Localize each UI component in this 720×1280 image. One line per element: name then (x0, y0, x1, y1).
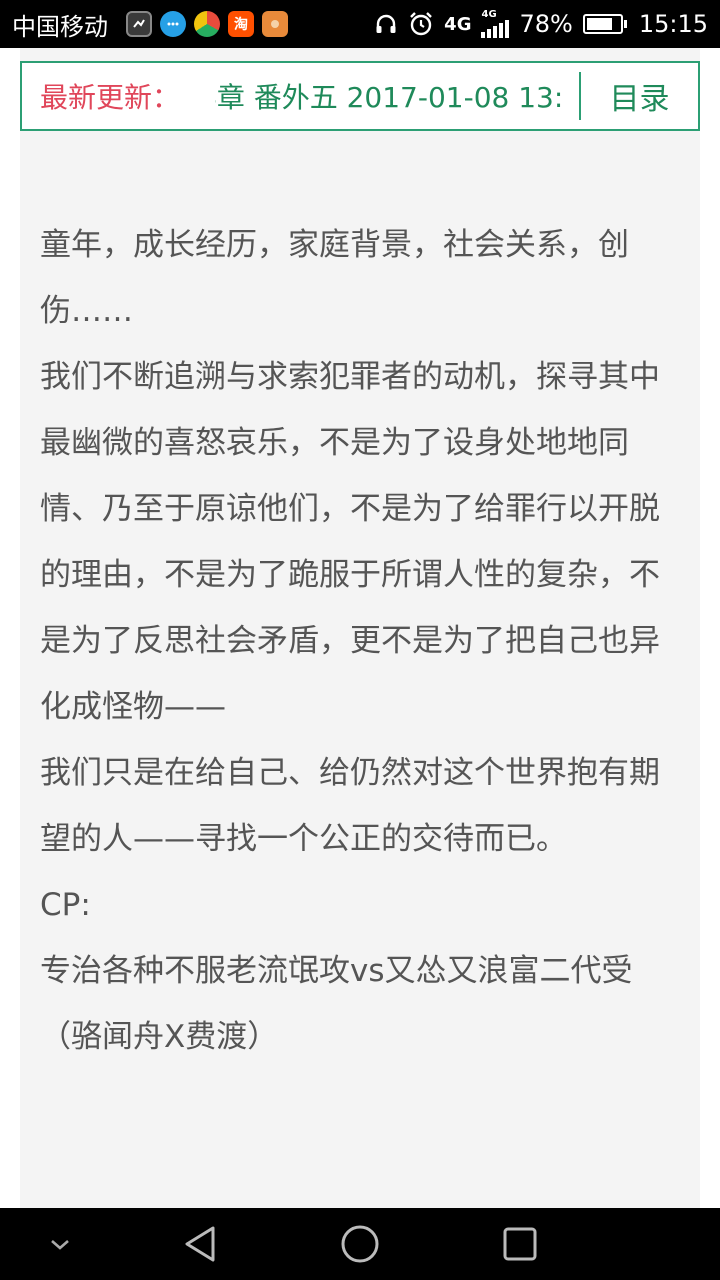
headphones-icon (374, 12, 398, 36)
network-type: 4G (444, 13, 472, 35)
alarm-icon (408, 11, 434, 37)
latest-update-bar: 最新更新： 4章 番外五 2017-01-08 13: 目录 (20, 61, 700, 131)
chat-bubble-icon (160, 11, 186, 37)
home-circle-icon[interactable] (330, 1208, 390, 1280)
synopsis-paragraph: CP: (40, 887, 91, 923)
synopsis-paragraph: 童年，成长经历，家庭背景，社会关系，创伤…… (40, 227, 629, 329)
orange-app-icon (262, 11, 288, 37)
system-nav-bar (0, 1208, 720, 1280)
network-type-small: 4G (481, 9, 497, 20)
latest-update-ticker[interactable]: 4章 番外五 2017-01-08 13: (215, 76, 575, 116)
carrier-name: 中国移动 (12, 12, 108, 41)
book-synopsis: 童年，成长经历，家庭背景，社会关系，创伤…… 我们不断追溯与求索犯罪者的动机，探… (40, 212, 680, 1070)
latest-update-link[interactable]: 4章 番外五 2017-01-08 13: (215, 76, 563, 116)
clock-time: 15:15 (638, 10, 708, 38)
chevron-down-icon[interactable] (30, 1208, 90, 1280)
signal-icon: 4G (481, 9, 510, 38)
table-of-contents-link[interactable]: 目录 (581, 74, 698, 118)
back-triangle-icon[interactable] (170, 1208, 230, 1280)
colorful-app-icon (194, 11, 220, 37)
status-bar: 中国移动 淘 4G 4G 78% 15:15 (0, 0, 720, 48)
battery-percent: 78% (519, 10, 573, 38)
latest-update-label: 最新更新： (40, 81, 181, 114)
recents-square-icon[interactable] (490, 1208, 550, 1280)
cards-app-icon (126, 11, 152, 37)
battery-level (586, 18, 612, 30)
synopsis-paragraph: （骆闻舟X费渡） (40, 1019, 279, 1055)
synopsis-paragraph: 专治各种不服老流氓攻vs又怂又浪富二代受 (40, 953, 633, 989)
status-right: 4G 4G 78% 15:15 (374, 10, 708, 38)
battery-icon (582, 14, 627, 34)
taobao-icon: 淘 (228, 11, 254, 37)
synopsis-paragraph: 我们只是在给自己、给仍然对这个世界抱有期望的人——寻找一个公正的交待而已。 (40, 755, 660, 857)
synopsis-paragraph: 我们不断追溯与求索犯罪者的动机，探寻其中最幽微的喜怒哀乐，不是为了设身处地地同情… (40, 359, 660, 725)
